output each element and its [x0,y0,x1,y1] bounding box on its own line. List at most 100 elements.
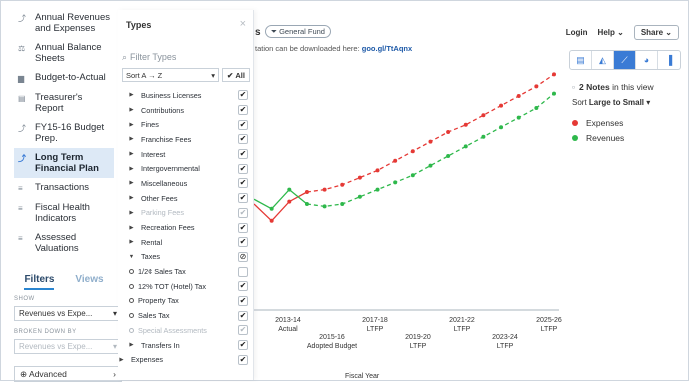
sort-dropdown[interactable]: Sort A → Z ▾ [122,68,219,82]
type-row[interactable]: ▶ Fines ✔ [122,117,252,132]
fund-filter-pill[interactable]: ⏷ General Fund [265,25,331,38]
type-row[interactable]: ▶ Parking Fees ✔ [122,206,252,221]
data-point[interactable] [410,173,415,178]
bar-chart-icon[interactable]: ▐ [658,51,680,69]
data-point[interactable] [375,187,380,192]
data-point[interactable] [287,187,292,192]
tab-views[interactable]: Views [75,274,103,290]
type-row[interactable]: ▶ Expenses ✔ [119,352,252,367]
type-checkbox[interactable]: ✔ [238,222,248,233]
data-point[interactable] [446,130,451,134]
data-point[interactable] [287,199,292,204]
type-row[interactable]: 1/2¢ Sales Tax [122,264,252,279]
advanced-button[interactable]: ⊕ Advanced › [14,366,122,382]
data-point[interactable] [322,204,327,209]
data-point[interactable] [463,144,468,149]
type-row[interactable]: ▶ Contributions ✔ [122,103,252,118]
type-checkbox[interactable]: ✔ [238,295,248,306]
data-point[interactable] [516,94,521,98]
data-point[interactable] [534,106,539,110]
tab-filters[interactable]: Filters [24,274,55,290]
data-point[interactable] [269,218,274,223]
legend-item[interactable]: Expenses [572,115,624,130]
sidebar-item[interactable]: ⤴ Annual Revenues and Expenses [14,8,114,38]
data-point[interactable] [481,134,486,139]
data-point[interactable] [534,84,539,89]
data-point[interactable] [375,168,380,173]
filter-types-input[interactable]: ⌕ Filter Types [122,50,250,64]
type-row[interactable]: ▶ Other Fees ✔ [122,191,252,206]
type-row[interactable]: Special Assessments ✔ [122,323,252,338]
data-point[interactable] [428,163,433,168]
type-checkbox[interactable]: ⊘ [238,251,248,262]
data-point[interactable] [499,125,504,130]
data-point[interactable] [410,149,415,154]
line-chart-icon[interactable]: ⟋ [614,51,636,69]
caret-right-icon[interactable]: ▶ [126,342,137,348]
type-checkbox[interactable]: ✔ [238,119,248,130]
type-checkbox[interactable]: ✔ [238,105,248,116]
data-point[interactable] [428,139,433,144]
data-point[interactable] [499,103,504,108]
type-checkbox[interactable]: ✔ [238,281,248,292]
sidebar-item[interactable]: ▤ Treasurer's Report [14,88,114,118]
login-button[interactable]: Login [566,28,588,37]
type-row[interactable]: ▶ Intergovernmental ✔ [122,161,252,176]
type-row[interactable]: 12% TOT (Hotel) Tax ✔ [122,279,252,294]
type-checkbox[interactable]: ✔ [238,163,248,174]
data-point[interactable] [357,175,362,180]
data-point[interactable] [552,72,556,77]
type-checkbox[interactable]: ✔ [238,340,248,351]
caret-right-icon[interactable]: ▶ [126,151,137,157]
pie-chart-icon[interactable]: ◕ [636,51,658,69]
type-checkbox[interactable]: ✔ [238,237,248,248]
caret-right-icon[interactable]: ▶ [116,357,127,363]
sort-order[interactable]: Sort Large to Small ▾ [572,98,650,107]
data-point[interactable] [552,91,556,96]
type-checkbox[interactable]: ✔ [238,310,248,321]
sidebar-item[interactable]: ⤴ Long Term Financial Plan [14,148,114,178]
type-checkbox[interactable]: ✔ [238,325,248,336]
close-icon[interactable]: × [240,18,246,30]
data-point[interactable] [304,190,309,194]
show-dropdown[interactable]: Revenues vs Expe... ▾ [14,306,122,321]
data-point[interactable] [340,202,345,206]
caret-right-icon[interactable]: ▶ [126,180,137,186]
type-row[interactable]: Property Tax ✔ [122,294,252,309]
type-row[interactable]: ▶ Recreation Fees ✔ [122,220,252,235]
select-all-button[interactable]: ✔ All [222,68,250,82]
type-checkbox[interactable]: ✔ [238,178,248,189]
caret-right-icon[interactable]: ▶ [126,107,137,113]
type-checkbox[interactable] [238,266,248,277]
sidebar-item[interactable]: ≡ Transactions [14,178,114,198]
type-checkbox[interactable]: ✔ [238,207,248,218]
share-button[interactable]: Share ⌄ [633,25,679,40]
sidebar-item[interactable]: ▆ Budget-to-Actual [14,68,114,88]
type-row[interactable]: ▶ Transfers In ✔ [122,338,252,353]
subtitle-link[interactable]: goo.gl/TtAqnx [362,44,412,53]
data-point[interactable] [463,122,468,127]
type-row[interactable]: ▶ Interest ✔ [122,147,252,162]
type-checkbox[interactable]: ✔ [238,90,248,101]
caret-right-icon[interactable]: ▶ [126,195,137,201]
data-point[interactable] [322,187,327,192]
caret-right-icon[interactable]: ▶ [126,239,137,245]
area-chart-icon[interactable]: ◭ [592,51,614,69]
data-point[interactable] [516,115,521,120]
data-point[interactable] [446,154,451,158]
type-row[interactable]: ▶ Business Licenses ✔ [122,88,252,103]
notes-info[interactable]: ▫ 2 Notes in this view [572,82,654,92]
type-row[interactable]: Sales Tax ✔ [122,308,252,323]
type-row[interactable]: ▶ Miscellaneous ✔ [122,176,252,191]
type-checkbox[interactable]: ✔ [238,193,248,204]
data-point[interactable] [340,182,345,187]
type-row[interactable]: ▶ Rental ✔ [122,235,252,250]
broken-down-dropdown[interactable]: Revenues vs Expe... ▾ [14,339,122,354]
caret-right-icon[interactable]: ▶ [126,166,137,172]
type-checkbox[interactable]: ✔ [238,354,248,365]
caret-down-icon[interactable]: ▼ [126,254,137,260]
data-point[interactable] [357,194,362,199]
type-checkbox[interactable]: ✔ [238,134,248,145]
data-point[interactable] [304,202,309,206]
caret-right-icon[interactable]: ▶ [126,136,137,142]
